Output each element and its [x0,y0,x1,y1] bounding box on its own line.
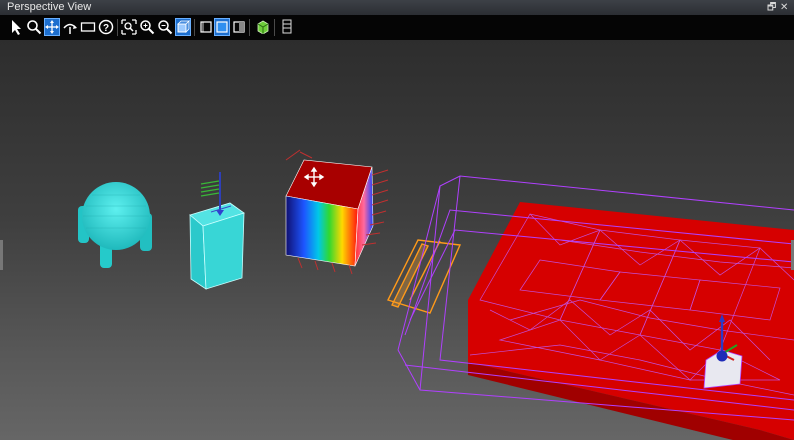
window-title: Perspective View [7,1,92,13]
shaded-box-button[interactable] [231,18,247,36]
orbit-button[interactable] [62,18,78,36]
pan-button[interactable] [44,18,60,36]
zoom-extents-button[interactable] [121,18,137,36]
shaded-box-icon [233,21,245,33]
mesh-cube-icon [257,20,269,34]
view-cube-icon [177,20,190,33]
select-arrow-icon [12,20,21,35]
gradient-cube-object[interactable] [285,149,389,275]
svg-text:?: ? [103,23,109,34]
box-object[interactable] [189,172,245,290]
grid-page-button[interactable] [279,18,295,36]
view-toolbar: ? [0,15,794,40]
rectangle-select-button[interactable] [80,18,96,36]
sphere-object[interactable] [78,182,152,268]
wireframe-box-icon [200,21,212,33]
3d-viewport[interactable] [0,40,794,440]
toolbar-separator [117,19,118,36]
toolbar-separator [194,19,195,36]
help-button[interactable]: ? [98,18,114,36]
select-button[interactable] [8,18,24,36]
restore-button[interactable]: 🗗 [767,0,776,15]
zoom-extents-icon [121,19,137,35]
zoom-out-icon [158,20,173,35]
zoom-button[interactable] [26,18,42,36]
help-icon: ? [98,19,114,35]
mesh-plate-object[interactable] [397,175,794,440]
left-splitter-handle[interactable] [0,240,3,270]
scene-canvas [78,149,794,440]
pan-icon [45,20,59,34]
close-button[interactable]: ✕ [780,0,788,15]
title-bar: Perspective View 🗗 ✕ [0,0,794,15]
orbit-icon [63,23,77,34]
solid-box-icon [216,21,228,33]
mesh-cube-button[interactable] [255,18,271,36]
rectangle-select-icon [80,22,96,32]
zoom-out-button[interactable] [157,18,173,36]
perspective-view-window: Perspective View 🗗 ✕ ? [0,0,794,440]
zoom-in-icon [140,20,155,35]
view-cube-button[interactable] [175,18,191,36]
zoom-in-button[interactable] [139,18,155,36]
toolbar-separator [249,19,250,36]
grid-page-icon [282,19,292,34]
zoom-icon [27,20,42,35]
wireframe-box-button[interactable] [198,18,214,36]
solid-box-button[interactable] [214,18,230,36]
toolbar-separator [274,19,275,36]
